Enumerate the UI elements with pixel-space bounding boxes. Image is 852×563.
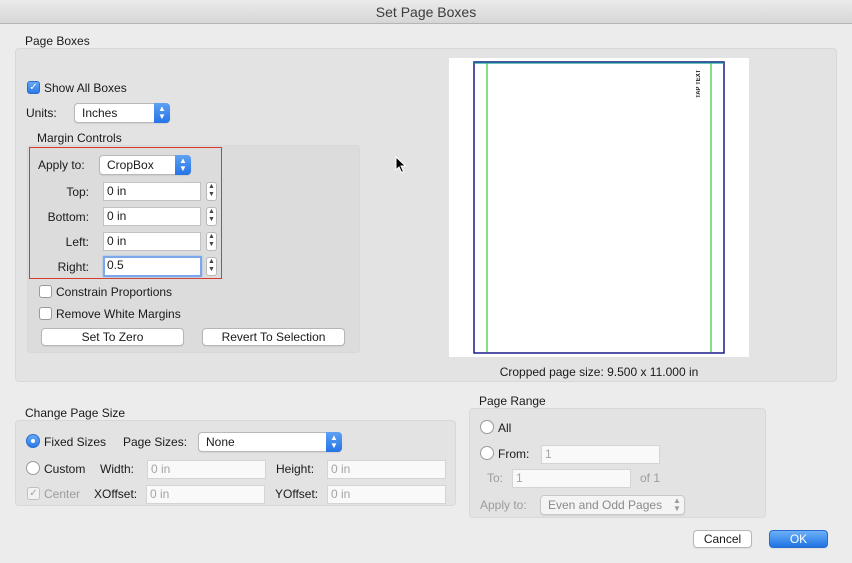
units-popup[interactable]: Inches ▲ ▼ — [74, 103, 170, 123]
title-bar: Set Page Boxes — [0, 0, 852, 24]
height-label: Height: — [276, 462, 315, 476]
revert-to-selection-button[interactable]: Revert To Selection — [202, 328, 345, 346]
page-boxes-label: Page Boxes — [25, 34, 90, 48]
change-page-size-label: Change Page Size — [25, 406, 126, 420]
to-field[interactable]: 1 — [512, 469, 631, 488]
to-label: To: — [487, 471, 504, 485]
page-preview: TAP TEXT — [449, 58, 749, 357]
window-title: Set Page Boxes — [375, 4, 477, 20]
page-sizes-popup[interactable]: None ▲ ▼ — [198, 432, 342, 452]
cancel-button[interactable]: Cancel — [693, 530, 752, 548]
of-total-label: of 1 — [640, 471, 661, 485]
chevron-updown-icon: ▲ ▼ — [326, 432, 342, 452]
cropped-page-size: Cropped page size: 9.500 x 11.000 in — [499, 365, 699, 379]
mouse-cursor-icon — [395, 156, 407, 174]
center-label: Center — [44, 487, 81, 501]
left-field[interactable]: 0 in — [103, 232, 201, 251]
yoffset-field[interactable]: 0 in — [327, 485, 446, 504]
bottom-field[interactable]: 0 in — [103, 207, 201, 226]
xoffset-label: XOffset: — [94, 487, 138, 501]
yoffset-label: YOffset: — [275, 487, 319, 501]
page-range-label: Page Range — [479, 394, 546, 408]
units-label: Units: — [26, 106, 57, 120]
top-stepper[interactable]: ▲ ▼ — [206, 182, 217, 201]
page-boxes-diagram — [473, 61, 725, 354]
chevron-updown-icon: ▲ ▼ — [673, 496, 681, 513]
right-stepper[interactable]: ▲ ▼ — [206, 257, 217, 276]
set-to-zero-button[interactable]: Set To Zero — [41, 328, 184, 346]
apply-to-popup[interactable]: CropBox ▲ ▼ — [99, 155, 191, 175]
margin-controls-label: Margin Controls — [37, 131, 122, 145]
all-radio[interactable] — [480, 420, 494, 434]
range-apply-to-label: Apply to: — [480, 498, 527, 512]
constrain-proportions-label: Constrain Proportions — [56, 285, 173, 299]
right-field[interactable]: 0.5 — [103, 256, 202, 277]
from-label: From: — [498, 447, 530, 461]
all-label: All — [498, 421, 512, 435]
fixed-sizes-radio[interactable] — [26, 434, 40, 448]
custom-radio[interactable] — [26, 461, 40, 475]
apply-to-value: CropBox — [107, 158, 154, 172]
range-apply-to-popup[interactable]: Even and Odd Pages ▲ ▼ — [540, 495, 685, 515]
show-all-boxes-label: Show All Boxes — [44, 81, 127, 95]
from-radio[interactable] — [480, 446, 494, 460]
width-field[interactable]: 0 in — [147, 460, 266, 479]
bottom-label: Bottom: — [47, 210, 89, 224]
bottom-stepper[interactable]: ▲ ▼ — [206, 207, 217, 226]
apply-to-label: Apply to: — [38, 158, 85, 172]
center-checkbox[interactable]: ✓ — [27, 487, 40, 500]
fixed-sizes-label: Fixed Sizes — [44, 435, 107, 449]
height-field[interactable]: 0 in — [327, 460, 446, 479]
remove-white-margins-checkbox[interactable] — [39, 307, 52, 320]
top-label: Top: — [66, 185, 89, 199]
left-label: Left: — [65, 235, 89, 249]
remove-white-margins-label: Remove White Margins — [56, 307, 181, 321]
ok-button[interactable]: OK — [769, 530, 828, 548]
custom-label: Custom — [44, 462, 86, 476]
left-stepper[interactable]: ▲ ▼ — [206, 232, 217, 251]
top-field[interactable]: 0 in — [103, 182, 201, 201]
right-label: Right: — [57, 260, 89, 274]
width-label: Width: — [100, 462, 135, 476]
page-sizes-value: None — [206, 435, 235, 449]
page-text: TAP TEXT — [696, 69, 702, 98]
from-field[interactable]: 1 — [541, 445, 660, 464]
show-all-boxes-checkbox[interactable]: ✓ — [27, 81, 40, 94]
chevron-updown-icon: ▲ ▼ — [154, 103, 170, 123]
page-sizes-label: Page Sizes: — [123, 435, 188, 449]
range-apply-to-value: Even and Odd Pages — [548, 498, 663, 512]
constrain-proportions-checkbox[interactable] — [39, 285, 52, 298]
chevron-updown-icon: ▲ ▼ — [175, 155, 191, 175]
units-value: Inches — [82, 106, 118, 120]
media-box — [473, 61, 725, 354]
xoffset-field[interactable]: 0 in — [146, 485, 265, 504]
